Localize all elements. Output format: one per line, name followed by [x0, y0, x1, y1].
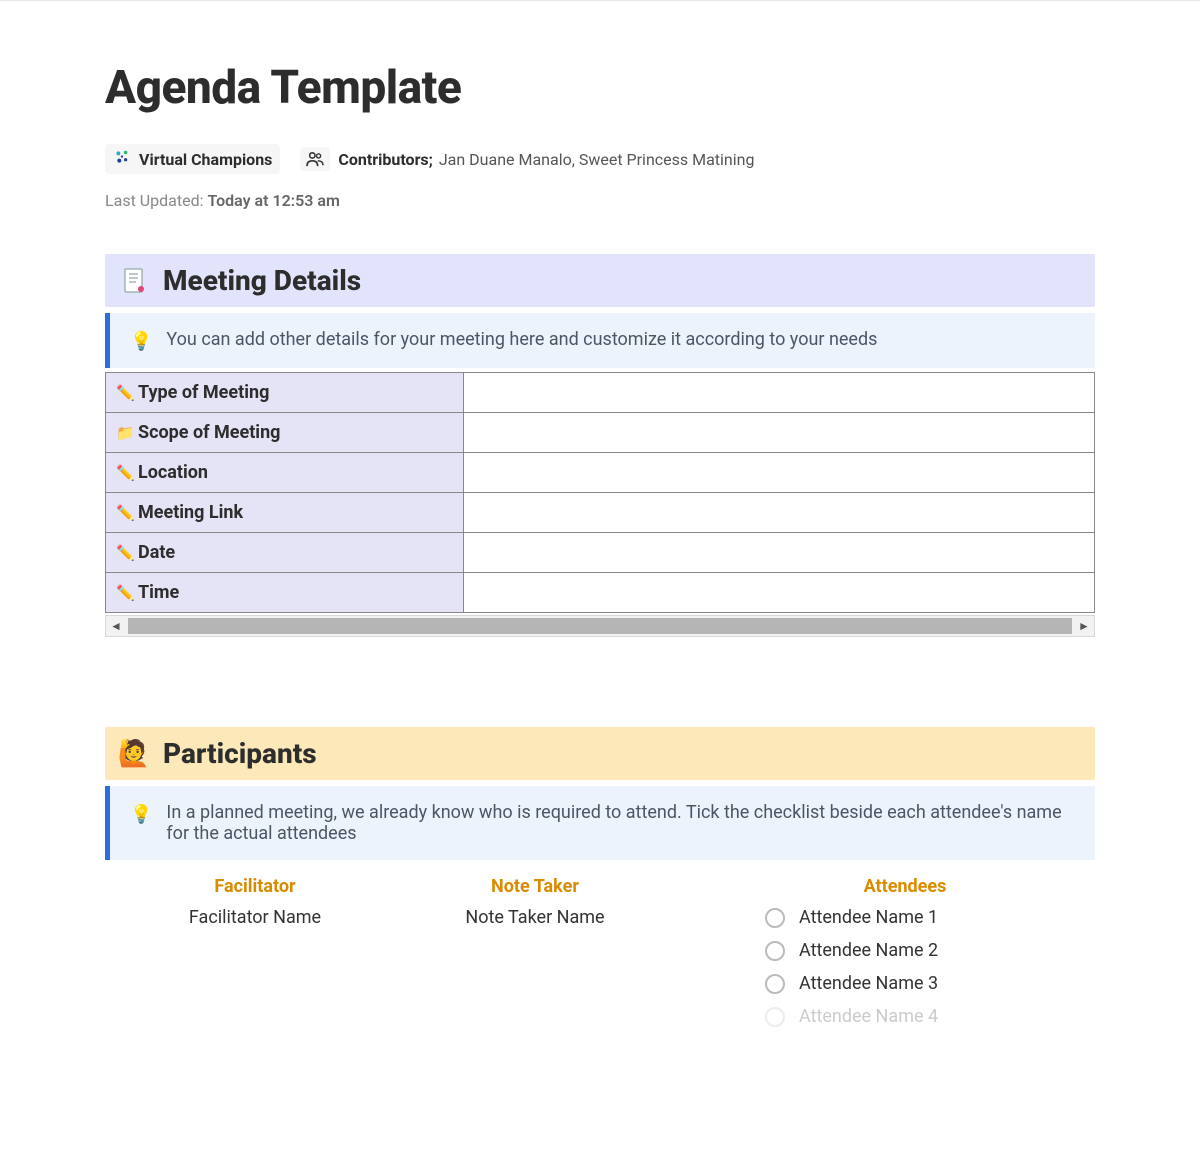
- callout-text-participants: In a planned meeting, we already know wh…: [166, 802, 1075, 844]
- section-title-participants: Participants: [163, 737, 317, 770]
- org-icon: [113, 148, 131, 170]
- attendee-row: Attendee Name 1: [765, 907, 1085, 928]
- facilitator-header: Facilitator: [115, 876, 395, 897]
- pencil-icon: ✏️: [116, 464, 134, 482]
- contributors-names: Jan Duane Manalo, Sweet Princess Matinin…: [439, 150, 755, 169]
- table-value-cell[interactable]: [464, 573, 1095, 613]
- attendees-column: Attendees Attendee Name 1 Attendee Name 2…: [675, 876, 1085, 1039]
- attendee-checkbox[interactable]: [765, 908, 785, 928]
- scroll-right-icon[interactable]: ►: [1074, 619, 1094, 633]
- pencil-icon: ✏️: [116, 544, 134, 562]
- meeting-details-table: ✏️Type of Meeting📁Scope of Meeting✏️Loca…: [105, 372, 1095, 613]
- org-chip[interactable]: Virtual Champions: [105, 144, 280, 174]
- table-row: ✏️Time: [106, 573, 1095, 613]
- table-label-cell: ✏️Date: [106, 533, 464, 573]
- section-title-meeting-details: Meeting Details: [163, 264, 361, 297]
- table-value-cell[interactable]: [464, 413, 1095, 453]
- contributors-icon: [300, 147, 330, 171]
- table-label-cell: ✏️Meeting Link: [106, 493, 464, 533]
- row-label: Type of Meeting: [138, 382, 269, 403]
- callout-participants: 💡 In a planned meeting, we already know …: [105, 786, 1095, 860]
- callout-text-meeting-details: You can add other details for your meeti…: [166, 329, 877, 350]
- attendee-row: Attendee Name 2: [765, 940, 1085, 961]
- notetaker-name[interactable]: Note Taker Name: [395, 907, 675, 928]
- meta-row: Virtual Champions Contributors; Jan Duan…: [105, 143, 1095, 175]
- notetaker-header: Note Taker: [395, 876, 675, 897]
- table-row: ✏️Date: [106, 533, 1095, 573]
- document-container: Agenda Template Virtual Champions: [0, 0, 1200, 1059]
- row-label: Meeting Link: [138, 502, 243, 523]
- attendee-name[interactable]: Attendee Name 2: [799, 940, 938, 961]
- facilitator-column: Facilitator Facilitator Name: [115, 876, 395, 1039]
- last-updated: Last Updated: Today at 12:53 am: [105, 191, 1095, 210]
- horizontal-scrollbar[interactable]: ◄ ►: [105, 615, 1095, 637]
- spacer: [105, 637, 1095, 727]
- attendee-row: Attendee Name 3: [765, 973, 1085, 994]
- attendees-header: Attendees: [725, 876, 1085, 897]
- pencil-icon: ✏️: [116, 504, 134, 522]
- row-label: Time: [138, 582, 179, 603]
- last-updated-label: Last Updated:: [105, 191, 203, 210]
- attendee-name[interactable]: Attendee Name 4: [799, 1006, 938, 1027]
- scroll-thumb[interactable]: [128, 618, 1072, 634]
- row-label: Date: [138, 542, 175, 563]
- facilitator-name[interactable]: Facilitator Name: [115, 907, 395, 928]
- row-label: Location: [138, 462, 208, 483]
- table-label-cell: ✏️Time: [106, 573, 464, 613]
- table-value-cell[interactable]: [464, 493, 1095, 533]
- contributors-label: Contributors;: [338, 150, 432, 169]
- table-row: ✏️Meeting Link: [106, 493, 1095, 533]
- section-header-participants: 🙋 Participants: [105, 727, 1095, 780]
- scroll-left-icon[interactable]: ◄: [106, 619, 126, 633]
- attendee-name[interactable]: Attendee Name 3: [799, 973, 938, 994]
- pencil-icon: ✏️: [116, 584, 134, 602]
- notetaker-column: Note Taker Note Taker Name: [395, 876, 675, 1039]
- section-header-meeting-details: Meeting Details: [105, 254, 1095, 307]
- table-row: ✏️Type of Meeting: [106, 373, 1095, 413]
- attendee-checkbox[interactable]: [765, 1007, 785, 1027]
- org-name: Virtual Champions: [139, 150, 272, 169]
- table-value-cell[interactable]: [464, 373, 1095, 413]
- participants-grid: Facilitator Facilitator Name Note Taker …: [105, 876, 1095, 1039]
- page-title: Agenda Template: [105, 61, 1095, 115]
- table-label-cell: ✏️Type of Meeting: [106, 373, 464, 413]
- callout-meeting-details: 💡 You can add other details for your mee…: [105, 313, 1095, 368]
- folder-icon: 📁: [116, 424, 134, 442]
- attendee-checkbox[interactable]: [765, 974, 785, 994]
- table-row: ✏️Location: [106, 453, 1095, 493]
- table-label-cell: ✏️Location: [106, 453, 464, 493]
- table-label-cell: 📁Scope of Meeting: [106, 413, 464, 453]
- table-value-cell[interactable]: [464, 533, 1095, 573]
- lightbulb-icon: 💡: [130, 331, 152, 352]
- table-value-cell[interactable]: [464, 453, 1095, 493]
- pencil-icon: ✏️: [116, 384, 134, 402]
- contributors-chip[interactable]: Contributors; Jan Duane Manalo, Sweet Pr…: [300, 143, 762, 175]
- lightbulb-icon: 💡: [130, 804, 152, 825]
- attendee-checkbox[interactable]: [765, 941, 785, 961]
- attendee-name[interactable]: Attendee Name 1: [799, 907, 938, 928]
- page-icon: [119, 266, 149, 296]
- raising-hand-icon: 🙋: [119, 739, 149, 769]
- attendee-row: Attendee Name 4: [765, 1006, 1085, 1027]
- row-label: Scope of Meeting: [138, 422, 280, 443]
- last-updated-value: Today at 12:53 am: [207, 191, 339, 210]
- table-row: 📁Scope of Meeting: [106, 413, 1095, 453]
